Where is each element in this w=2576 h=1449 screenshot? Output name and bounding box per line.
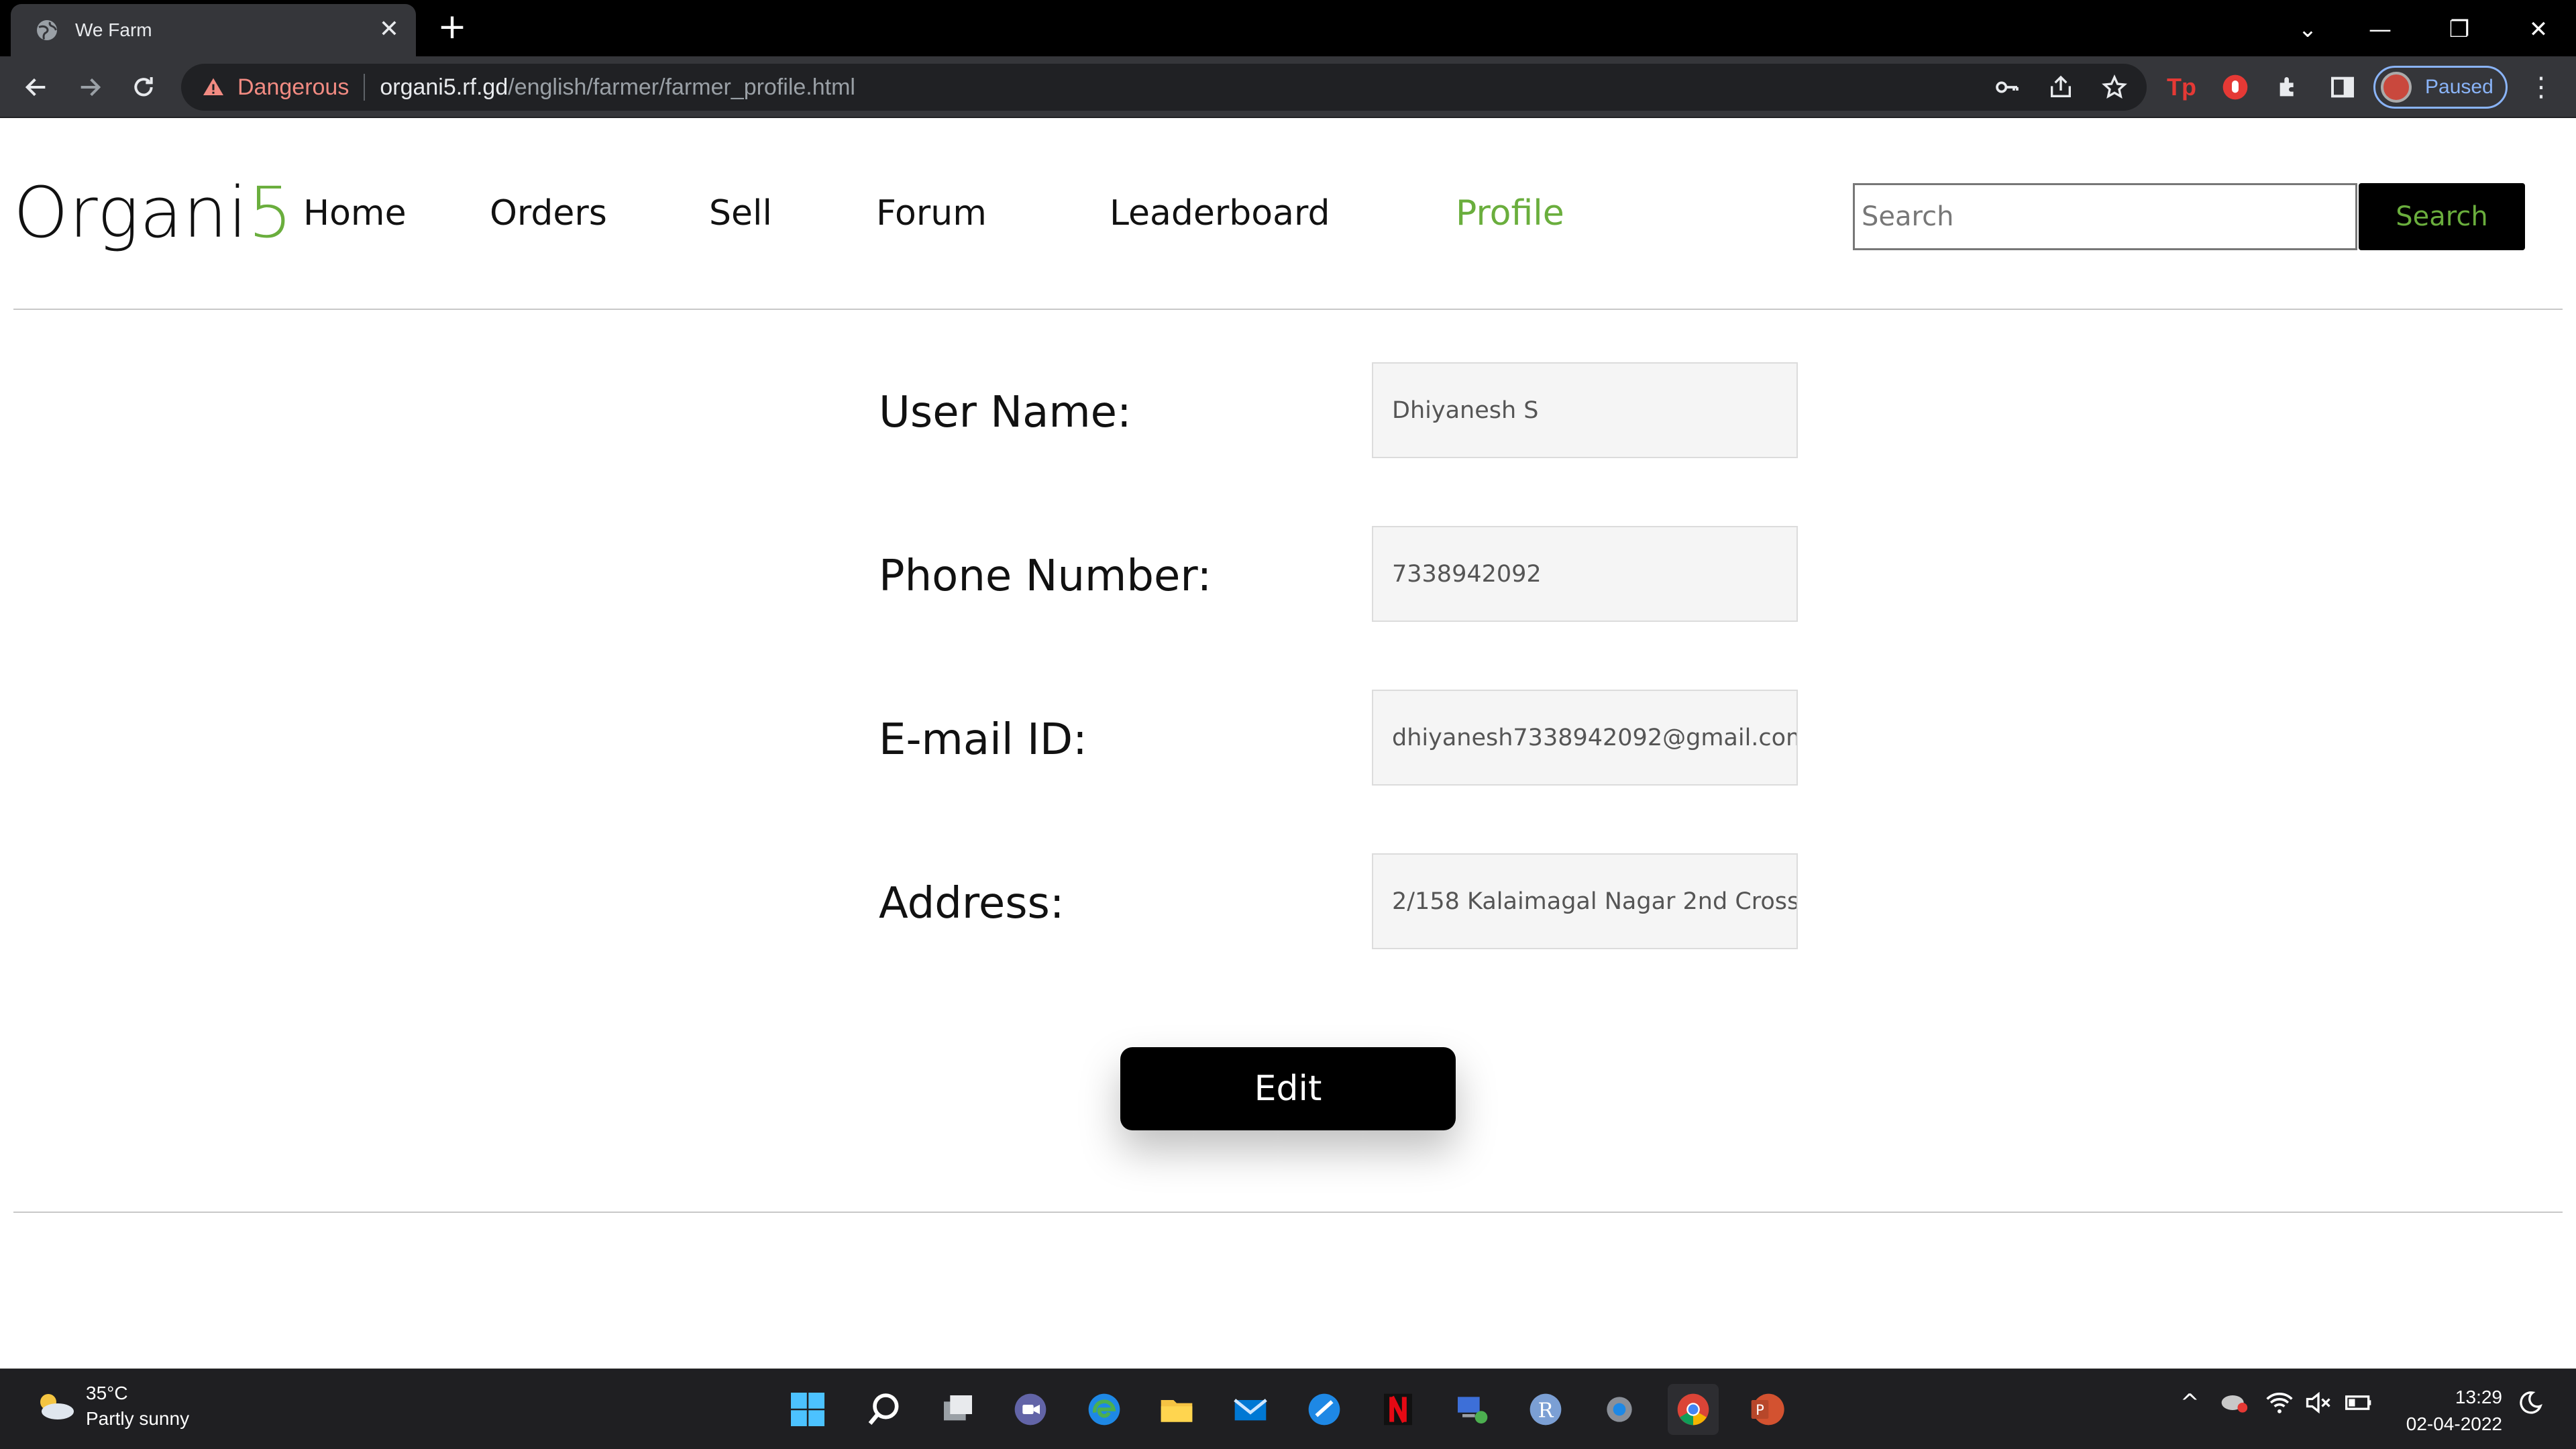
partly-sunny-icon bbox=[40, 1394, 74, 1419]
system-clock[interactable]: 13:29 02-04-2022 bbox=[2395, 1384, 2502, 1438]
site-logo[interactable]: Organi5 bbox=[13, 172, 293, 254]
nav-orders[interactable]: Orders bbox=[490, 193, 607, 233]
extension-hand-icon[interactable] bbox=[2218, 70, 2253, 105]
security-status[interactable]: Dangerous bbox=[237, 74, 349, 101]
netflix-icon[interactable] bbox=[1373, 1384, 1424, 1435]
profile-paused-button[interactable]: Paused bbox=[2373, 66, 2508, 109]
footer-divider bbox=[13, 1212, 2563, 1213]
url-path: /english/farmer/farmer_profile.html bbox=[508, 74, 855, 100]
search-button[interactable]: Search bbox=[2359, 183, 2525, 250]
email-label: E-mail ID: bbox=[879, 715, 1087, 765]
r-app-icon[interactable]: R bbox=[1520, 1384, 1571, 1435]
nav-home[interactable]: Home bbox=[303, 193, 407, 233]
svg-text:P: P bbox=[1756, 1402, 1764, 1418]
header-divider bbox=[13, 309, 2563, 310]
browser-tab[interactable]: We Farm ✕ bbox=[11, 4, 416, 56]
address-label: Address: bbox=[879, 879, 1065, 928]
tab-search-icon[interactable]: ⌄ bbox=[2281, 9, 2334, 50]
reload-icon[interactable] bbox=[126, 70, 161, 105]
search-input[interactable] bbox=[1853, 183, 2357, 250]
browser-toolbar: Dangerous organi5.rf.gd/english/farmer/f… bbox=[0, 56, 2576, 118]
network-app-icon[interactable] bbox=[1446, 1384, 1497, 1435]
tab-close-icon[interactable]: ✕ bbox=[376, 16, 402, 43]
start-icon[interactable] bbox=[782, 1384, 833, 1435]
logo-text: Organi bbox=[13, 172, 248, 254]
menu-kebab-icon[interactable]: ⋮ bbox=[2524, 70, 2559, 105]
volume-muted-icon[interactable] bbox=[2304, 1389, 2333, 1422]
clock-date: 02-04-2022 bbox=[2406, 1413, 2502, 1434]
warning-icon bbox=[203, 78, 223, 95]
web-page: Organi5 Home Orders Sell Forum Leaderboa… bbox=[0, 119, 2576, 1368]
search-taskbar-icon[interactable] bbox=[859, 1384, 910, 1435]
share-icon[interactable] bbox=[2043, 70, 2078, 105]
weather-condition: Partly sunny bbox=[86, 1408, 190, 1429]
back-icon[interactable] bbox=[19, 70, 54, 105]
phone-label: Phone Number: bbox=[879, 551, 1212, 601]
task-view-icon[interactable] bbox=[932, 1384, 983, 1435]
tab-title: We Farm bbox=[75, 19, 152, 40]
username-label: User Name: bbox=[879, 388, 1132, 437]
logo-accent: 5 bbox=[248, 172, 293, 254]
extension-tp-icon[interactable]: Tp bbox=[2164, 70, 2199, 105]
wifi-icon[interactable] bbox=[2265, 1389, 2294, 1422]
profile-status-label: Paused bbox=[2425, 76, 2493, 98]
email-field[interactable]: dhiyanesh7338942092@gmail.com bbox=[1372, 690, 1798, 786]
mail-icon[interactable] bbox=[1225, 1384, 1276, 1435]
chrome-icon[interactable] bbox=[1668, 1384, 1719, 1435]
show-hidden-icons-icon[interactable]: ^ bbox=[2180, 1389, 2200, 1416]
browser-tab-strip: We Farm ✕ + ⌄ — ❐ ✕ bbox=[0, 0, 2576, 56]
minimize-button[interactable]: — bbox=[2353, 9, 2407, 50]
battery-icon[interactable] bbox=[2344, 1389, 2373, 1422]
weather-temperature: 35°C bbox=[86, 1383, 128, 1403]
clock-time: 13:29 bbox=[2455, 1387, 2502, 1407]
speedtest-icon[interactable] bbox=[1299, 1384, 1350, 1435]
svg-text:R: R bbox=[1538, 1399, 1554, 1423]
url-host: organi5.rf.gd bbox=[380, 74, 508, 100]
phone-field[interactable]: 7338942092 bbox=[1372, 526, 1798, 622]
edit-button[interactable]: Edit bbox=[1120, 1047, 1456, 1130]
windows-taskbar: 35°C Partly sunny R P ^ 13:29 02-04-2022 bbox=[0, 1368, 2576, 1449]
restore-button[interactable]: ❐ bbox=[2432, 9, 2486, 50]
close-window-button[interactable]: ✕ bbox=[2512, 9, 2565, 50]
edge-icon[interactable] bbox=[1079, 1384, 1130, 1435]
profile-avatar bbox=[2381, 72, 2412, 103]
file-explorer-icon[interactable] bbox=[1151, 1384, 1202, 1435]
bookmark-star-icon[interactable] bbox=[2097, 70, 2132, 105]
address-separator bbox=[364, 74, 366, 101]
nav-profile[interactable]: Profile bbox=[1456, 193, 1564, 233]
nav-leaderboard[interactable]: Leaderboard bbox=[1110, 193, 1330, 233]
focus-assist-icon[interactable] bbox=[2517, 1389, 2544, 1422]
onedrive-icon[interactable] bbox=[2219, 1389, 2249, 1422]
nav-forum[interactable]: Forum bbox=[876, 193, 987, 233]
key-icon[interactable] bbox=[1990, 70, 2025, 105]
extensions-puzzle-icon[interactable] bbox=[2271, 70, 2306, 105]
username-field[interactable]: Dhiyanesh S bbox=[1372, 362, 1798, 458]
powerpoint-icon[interactable]: P bbox=[1741, 1384, 1792, 1435]
weather-widget[interactable]: 35°C Partly sunny bbox=[34, 1383, 189, 1430]
globe-icon bbox=[37, 20, 57, 40]
new-tab-button[interactable]: + bbox=[436, 9, 468, 44]
teams-chat-icon[interactable] bbox=[1005, 1384, 1056, 1435]
nav-sell[interactable]: Sell bbox=[709, 193, 772, 233]
forward-icon[interactable] bbox=[72, 70, 107, 105]
side-panel-icon[interactable] bbox=[2325, 70, 2360, 105]
settings-icon[interactable] bbox=[1594, 1384, 1645, 1435]
address-field[interactable]: 2/158 Kalaimagal Nagar 2nd Cross bbox=[1372, 853, 1798, 949]
address-bar[interactable]: Dangerous organi5.rf.gd/english/farmer/f… bbox=[181, 64, 2147, 111]
